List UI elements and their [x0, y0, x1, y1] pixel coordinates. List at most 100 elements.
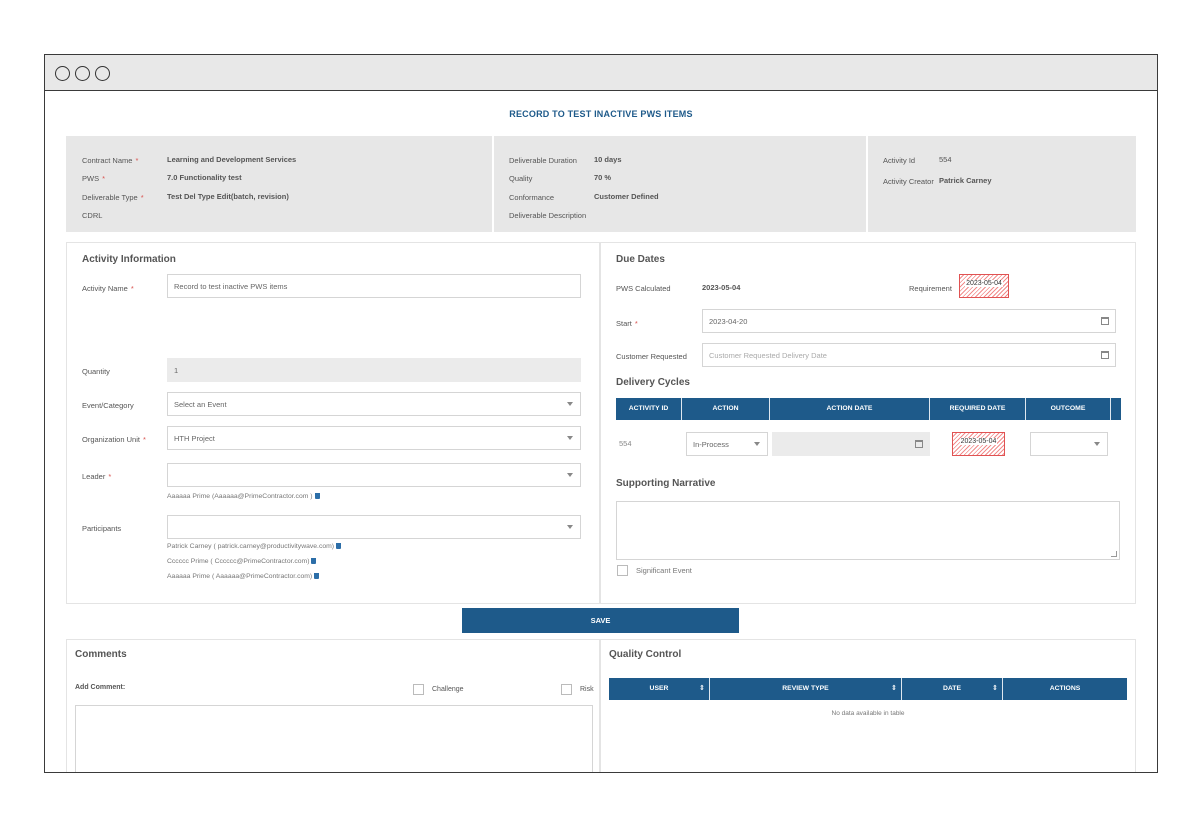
requirement-date-highlight: 2023-05-04 — [959, 274, 1009, 298]
activity-information-card: Activity Information Activity Name * Reco… — [66, 242, 600, 604]
contract-info-panel: Contract Name * Learning and Development … — [66, 136, 1136, 232]
chevron-down-icon — [567, 436, 573, 440]
conformance-value: Customer Defined — [594, 192, 659, 201]
deliverable-type-label: Deliverable Type * — [82, 193, 144, 202]
quality-control-title: Quality Control — [609, 649, 682, 660]
chevron-down-icon — [567, 525, 573, 529]
challenge-label: Challenge — [432, 686, 464, 693]
deliverable-description-label: Deliverable Description — [509, 211, 587, 220]
comments-card: Comments Add Comment: Challenge Risk — [66, 639, 600, 772]
cycle-activity-id: 554 — [619, 439, 632, 448]
pws-calculated-label: PWS Calculated — [616, 284, 671, 293]
info-divider — [866, 136, 868, 232]
column-action[interactable]: ACTION — [682, 398, 770, 420]
challenge-checkbox[interactable] — [413, 684, 424, 695]
risk-checkbox[interactable] — [561, 684, 572, 695]
quality-control-card: Quality Control USER ⇕ REVIEW TYPE ⇕ DATE ⇕… — [600, 639, 1136, 772]
quality-label: Quality — [509, 174, 533, 183]
conformance-label: Conformance — [509, 193, 555, 202]
pws-value: 7.0 Functionality test — [167, 173, 242, 182]
calendar-icon[interactable] — [1101, 317, 1109, 325]
column-review-type[interactable]: REVIEW TYPE ⇕ — [710, 678, 902, 700]
activity-creator-value: Patrick Carney — [939, 176, 992, 185]
trash-icon[interactable] — [311, 558, 317, 564]
significant-event-label: Significant Event — [636, 566, 692, 575]
cdrl-label: CDRL — [82, 211, 103, 220]
column-actions: ACTIONS — [1049, 685, 1081, 692]
calendar-icon[interactable] — [1101, 351, 1109, 359]
info-divider — [492, 136, 494, 232]
save-button[interactable]: SAVE — [462, 608, 739, 633]
participants-label: Participants — [82, 524, 122, 533]
contract-name-label: Contract Name * — [82, 156, 139, 165]
organization-unit-select[interactable]: HTH Project — [167, 426, 581, 450]
leader-select[interactable] — [167, 463, 581, 487]
requirement-label: Requirement — [909, 284, 952, 293]
column-action-date[interactable]: ACTION DATE — [770, 398, 930, 420]
empty-table-message: No data available in table — [831, 710, 905, 717]
comment-textarea[interactable] — [75, 705, 593, 772]
significant-event-checkbox[interactable] — [617, 565, 628, 576]
column-activity-id[interactable]: ACTIVITY ID — [616, 398, 682, 420]
event-category-select[interactable]: Select an Event — [167, 392, 581, 416]
contract-name-value: Learning and Development Services — [167, 155, 297, 164]
add-comment-label: Add Comment: — [75, 684, 126, 691]
window-titlebar — [45, 55, 1157, 91]
chevron-down-icon — [754, 442, 760, 446]
customer-requested-label: Customer Requested — [616, 352, 687, 361]
start-label: Start * — [616, 319, 638, 328]
supporting-narrative-textarea[interactable] — [616, 501, 1120, 560]
comments-title: Comments — [75, 649, 127, 660]
sort-icon: ⇕ — [992, 685, 998, 692]
page-title: RECORD TO TEST INACTIVE PWS ITEMS — [509, 109, 693, 119]
window-control-minimize-icon[interactable] — [75, 66, 90, 81]
supporting-narrative-title: Supporting Narrative — [616, 478, 716, 489]
chevron-down-icon — [567, 473, 573, 477]
sort-icon: ⇕ — [891, 685, 897, 692]
chevron-down-icon — [1094, 442, 1100, 446]
participant-item: Cccccc Prime ( Cccccc@PrimeContractor.co… — [167, 558, 317, 565]
pws-label: PWS * — [82, 174, 106, 183]
cycle-action-select[interactable]: In-Process — [686, 432, 768, 456]
resize-handle-icon[interactable] — [1111, 551, 1117, 557]
column-user[interactable]: USER ⇕ — [609, 678, 710, 700]
delivery-cycles-title: Delivery Cycles — [616, 377, 690, 388]
quality-value: 70 % — [594, 173, 612, 182]
cycle-action-date-input — [772, 432, 930, 456]
leader-label: Leader * — [82, 472, 112, 481]
activity-creator-label: Activity Creator — [883, 177, 934, 186]
activity-information-title: Activity Information — [82, 254, 176, 265]
participant-item: Aaaaaa Prime ( Aaaaaa@PrimeContractor.co… — [167, 573, 320, 580]
customer-requested-input[interactable]: Customer Requested Delivery Date — [702, 343, 1116, 367]
trash-icon[interactable] — [314, 573, 320, 579]
leader-person: Aaaaaa Prime (Aaaaaa@PrimeContractor.com… — [167, 493, 320, 500]
risk-label: Risk — [580, 686, 594, 693]
sort-icon: ⇕ — [699, 685, 705, 692]
event-category-label: Event/Category — [82, 401, 134, 410]
trash-icon[interactable] — [314, 493, 320, 499]
activity-id-value: 554 — [939, 155, 952, 164]
window-control-close-icon[interactable] — [55, 66, 70, 81]
participants-select[interactable] — [167, 515, 581, 539]
due-dates-title: Due Dates — [616, 254, 665, 265]
deliverable-duration-value: 10 days — [594, 155, 622, 164]
window-control-maximize-icon[interactable] — [95, 66, 110, 81]
required-date-highlight: 2023-05-04 — [952, 432, 1005, 456]
column-required-date[interactable]: REQUIRED DATE — [930, 398, 1026, 420]
trash-icon[interactable] — [336, 543, 342, 549]
column-date[interactable]: DATE ⇕ — [902, 678, 1003, 700]
deliverable-type-value: Test Del Type Edit(batch, revision) — [167, 192, 289, 201]
deliverable-duration-label: Deliverable Duration — [509, 156, 577, 165]
activity-name-label: Activity Name * — [82, 284, 134, 293]
column-outcome[interactable]: OUTCOME — [1026, 398, 1111, 420]
activity-name-input[interactable]: Record to test inactive PWS items — [167, 274, 581, 298]
chevron-down-icon — [567, 402, 573, 406]
calendar-icon — [915, 440, 923, 448]
due-dates-card: Due Dates PWS Calculated 2023-05-04 Requ… — [600, 242, 1136, 604]
organization-unit-label: Organization Unit * — [82, 435, 146, 444]
browser-window: RECORD TO TEST INACTIVE PWS ITEMS Contra… — [44, 54, 1158, 773]
page-content: RECORD TO TEST INACTIVE PWS ITEMS Contra… — [45, 92, 1157, 772]
cycle-outcome-select[interactable] — [1030, 432, 1108, 456]
start-date-input[interactable]: 2023-04-20 — [702, 309, 1116, 333]
quantity-input: 1 — [167, 358, 581, 382]
